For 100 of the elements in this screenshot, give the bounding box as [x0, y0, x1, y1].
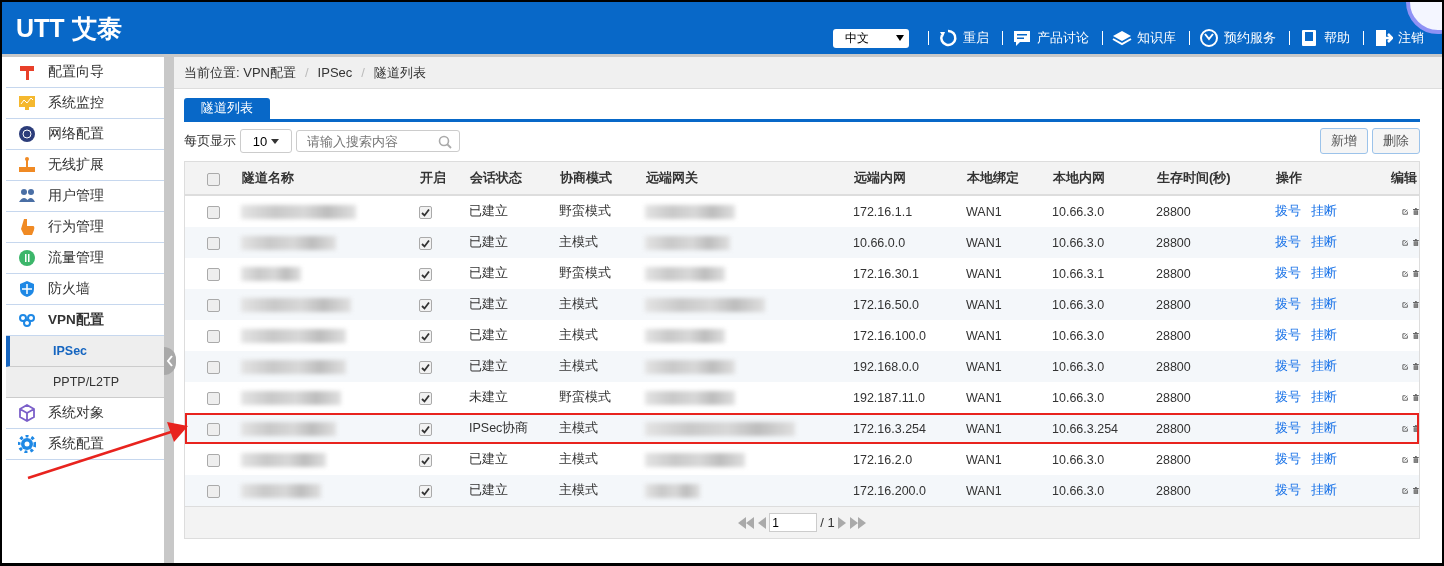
- language-select[interactable]: 中文: [833, 28, 909, 48]
- table-cell: 已建立: [469, 328, 508, 342]
- table-cell: WAN1: [966, 266, 1002, 281]
- action-link[interactable]: 拨号: [1275, 297, 1301, 311]
- header-link[interactable]: 重启: [938, 28, 989, 48]
- toolbar-button[interactable]: 删除: [1372, 128, 1420, 154]
- column-header: 操作: [1276, 170, 1302, 185]
- table-cell: 已建立: [469, 297, 508, 311]
- action-link[interactable]: 拨号: [1275, 359, 1301, 373]
- table-cell: 28800: [1156, 328, 1191, 343]
- row-checkbox[interactable]: [206, 205, 220, 219]
- caret-icon: [271, 138, 280, 144]
- enabled-checkbox[interactable]: [419, 236, 432, 250]
- sidebar-item[interactable]: 流量管理: [6, 243, 164, 274]
- action-link[interactable]: 挂断: [1311, 452, 1337, 466]
- action-link[interactable]: 拨号: [1275, 483, 1301, 497]
- action-link[interactable]: 挂断: [1311, 359, 1337, 373]
- row-checkbox[interactable]: [206, 484, 220, 498]
- enabled-checkbox[interactable]: [419, 422, 432, 436]
- enabled-checkbox[interactable]: [419, 267, 432, 281]
- action-link[interactable]: 拨号: [1275, 235, 1301, 249]
- next-page-icon[interactable]: [837, 516, 847, 529]
- enabled-checkbox[interactable]: [419, 298, 432, 312]
- tab[interactable]: 隧道列表: [184, 98, 270, 119]
- page-size-select[interactable]: 10: [240, 129, 292, 153]
- table-cell: 野蛮模式: [559, 204, 611, 218]
- table-cell: WAN1: [966, 328, 1002, 343]
- header-link[interactable]: 帮助: [1299, 28, 1350, 48]
- select-all-checkbox[interactable]: [206, 172, 220, 186]
- action-link[interactable]: 挂断: [1311, 297, 1337, 311]
- table-cell: IPSec协商: [469, 421, 529, 435]
- table-cell: WAN1: [966, 359, 1002, 374]
- enabled-checkbox[interactable]: [419, 453, 432, 467]
- sidebar-subitem[interactable]: IPSec: [6, 336, 164, 367]
- table-cell: 10.66.3.0: [1052, 390, 1105, 405]
- table-cell: 主模式: [559, 328, 598, 342]
- table-cell: 主模式: [559, 359, 598, 373]
- action-link[interactable]: 拨号: [1275, 421, 1301, 435]
- sidebar-item[interactable]: 系统监控: [6, 88, 164, 119]
- exit-icon: [1373, 28, 1393, 48]
- search-field[interactable]: 请输入搜索内容: [296, 130, 460, 152]
- sidebar-item[interactable]: 防火墙: [6, 274, 164, 305]
- table-cell: 已建立: [469, 483, 508, 497]
- action-link[interactable]: 挂断: [1311, 390, 1337, 404]
- row-checkbox[interactable]: [206, 236, 220, 250]
- page-input[interactable]: 1: [769, 513, 818, 532]
- hand-icon: [18, 218, 36, 236]
- sidebar-subitem[interactable]: PPTP/L2TP: [6, 367, 164, 398]
- table-cell: 10.66.3.0: [1052, 452, 1105, 467]
- enabled-checkbox[interactable]: [419, 391, 432, 405]
- header-link[interactable]: 注销: [1373, 28, 1424, 48]
- action-link[interactable]: 挂断: [1311, 235, 1337, 249]
- table-cell: 10.66.3.0: [1052, 328, 1105, 343]
- action-link[interactable]: 拨号: [1275, 328, 1301, 342]
- shield-icon: [18, 280, 36, 298]
- row-checkbox[interactable]: [206, 453, 220, 467]
- row-checkbox[interactable]: [206, 267, 220, 281]
- action-link[interactable]: 挂断: [1311, 483, 1337, 497]
- table-cell: 已建立: [469, 359, 508, 373]
- sidebar-item[interactable]: 行为管理: [6, 212, 164, 243]
- router-icon: [18, 156, 36, 174]
- collapse-handle[interactable]: [164, 347, 176, 375]
- action-link[interactable]: 拨号: [1275, 390, 1301, 404]
- clock-icon: [1199, 28, 1219, 48]
- first-page-icon[interactable]: [738, 516, 755, 529]
- previous-page-icon[interactable]: [757, 516, 767, 529]
- action-link[interactable]: 拨号: [1275, 266, 1301, 280]
- header-link[interactable]: 产品讨论: [1012, 28, 1089, 48]
- last-page-icon[interactable]: [849, 516, 866, 529]
- table-cell: 主模式: [559, 421, 598, 435]
- column-header: 隧道名称: [242, 170, 294, 185]
- action-link[interactable]: 挂断: [1311, 421, 1337, 435]
- sidebar-item[interactable]: 系统配置: [6, 429, 164, 460]
- action-link[interactable]: 挂断: [1311, 328, 1337, 342]
- row-checkbox[interactable]: [206, 360, 220, 374]
- sidebar-item[interactable]: 网络配置: [6, 119, 164, 150]
- action-link[interactable]: 拨号: [1275, 452, 1301, 466]
- enabled-checkbox[interactable]: [419, 360, 432, 374]
- breadcrumb-item[interactable]: 隧道列表: [373, 63, 426, 82]
- breadcrumb-item[interactable]: IPSec: [317, 65, 353, 80]
- row-checkbox[interactable]: [206, 298, 220, 312]
- header-link[interactable]: 预约服务: [1199, 28, 1276, 48]
- toolbar-button[interactable]: 新增: [1320, 128, 1368, 154]
- vpn-icon: [18, 311, 36, 329]
- sidebar-item[interactable]: 系统对象: [6, 398, 164, 429]
- table-cell: 28800: [1156, 452, 1191, 467]
- action-link[interactable]: 挂断: [1311, 266, 1337, 280]
- enabled-checkbox[interactable]: [419, 205, 432, 219]
- enabled-checkbox[interactable]: [419, 484, 432, 498]
- action-link[interactable]: 挂断: [1311, 204, 1337, 218]
- table-cell: 已建立: [469, 266, 508, 280]
- header-link[interactable]: 知识库: [1112, 28, 1176, 48]
- table-cell: 192.187.11.0: [853, 390, 926, 405]
- table-cell: 172.16.200.0: [853, 483, 926, 498]
- row-checkbox[interactable]: [206, 422, 220, 436]
- page-total: / 1: [820, 515, 835, 530]
- action-link[interactable]: 拨号: [1275, 204, 1301, 218]
- enabled-checkbox[interactable]: [419, 329, 432, 343]
- row-checkbox[interactable]: [206, 329, 220, 343]
- row-checkbox[interactable]: [206, 391, 220, 405]
